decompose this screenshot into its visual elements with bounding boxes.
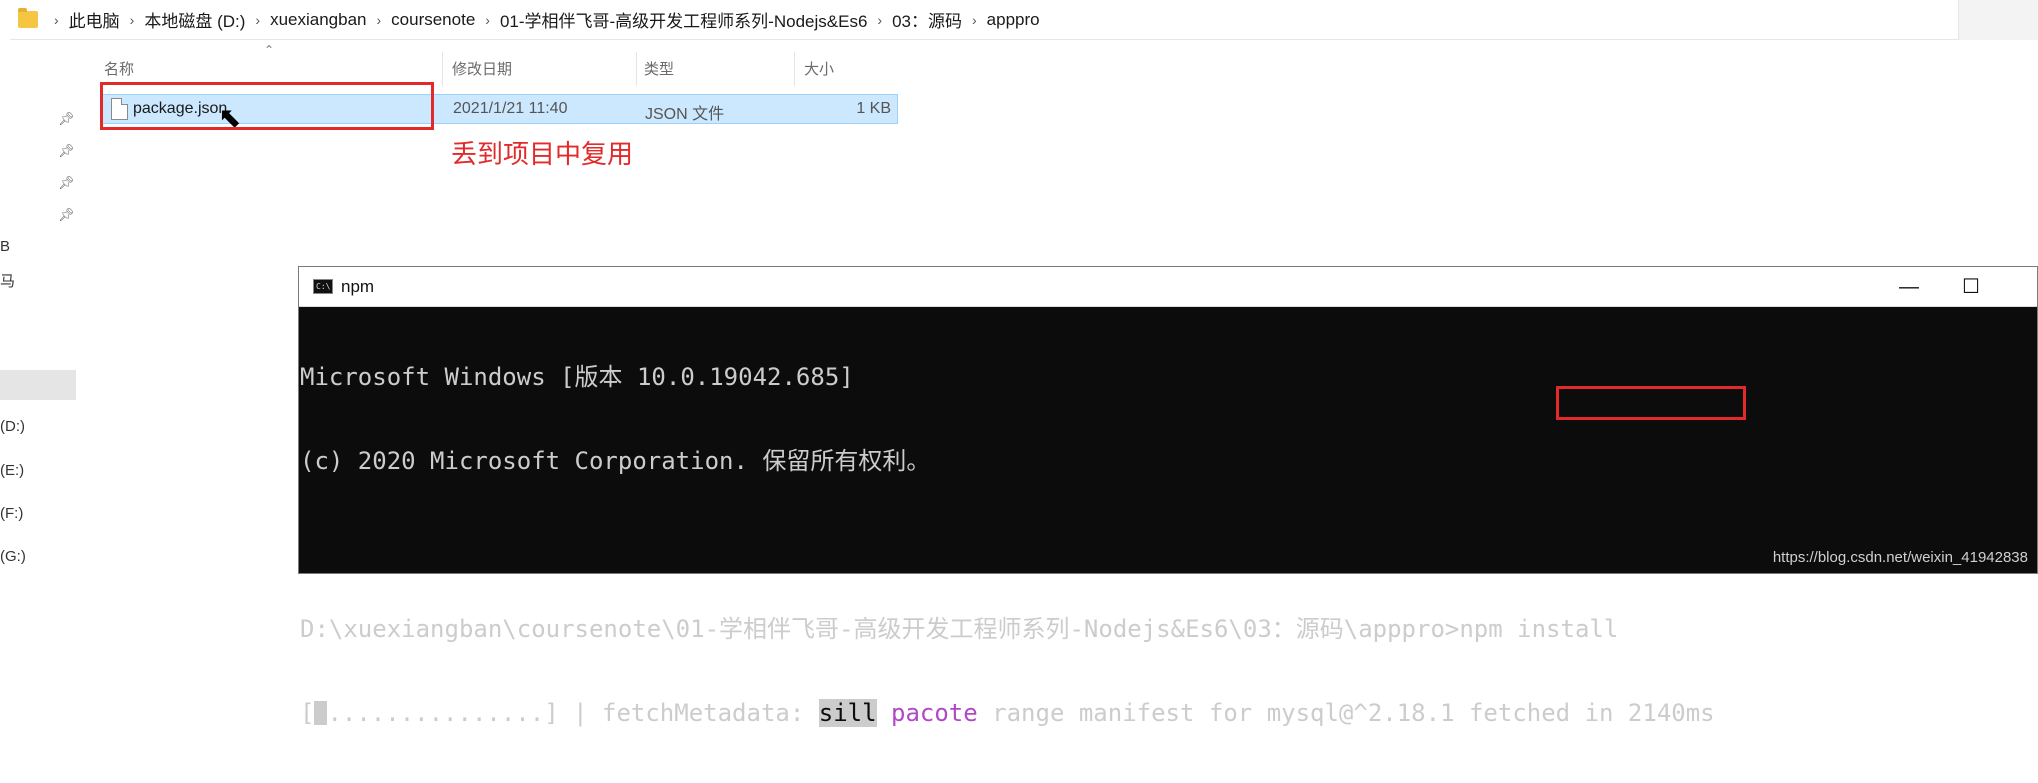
breadcrumb-source-code[interactable]: 03：源码 <box>892 7 962 32</box>
cmd-console[interactable]: Microsoft Windows [版本 10.0.19042.685] (c… <box>299 307 2037 573</box>
pin-icon[interactable]: 📌︎ <box>58 112 72 126</box>
console-command: npm install <box>1459 615 1618 643</box>
address-bar[interactable]: › 此电脑 › 本地磁盘 (D:) › xuexiangban › course… <box>10 0 2038 40</box>
chevron-right-icon[interactable]: › <box>54 12 59 28</box>
column-header-modified[interactable]: 修改日期 <box>452 58 512 78</box>
progress-dots: ............... <box>327 699 544 727</box>
chevron-right-icon[interactable]: › <box>877 12 882 28</box>
column-header-size[interactable]: 大小 <box>804 58 834 78</box>
minimize-button[interactable]: — <box>1881 271 1937 303</box>
refresh-area[interactable] <box>1958 0 2038 40</box>
chevron-right-icon[interactable]: › <box>485 12 490 28</box>
file-modified: 2021/1/21 11:40 <box>453 100 567 118</box>
nav-drive-e[interactable]: (E:) <box>0 462 24 479</box>
column-header-type[interactable]: 类型 <box>644 58 674 78</box>
watermark: https://blog.csdn.net/weixin_41942838 <box>1773 549 2028 566</box>
file-size: 1 KB <box>856 100 891 118</box>
breadcrumb-course-folder[interactable]: 01-学相伴飞哥-高级开发工程师系列-Nodejs&Es6 <box>500 7 867 32</box>
chevron-right-icon[interactable]: › <box>972 12 977 28</box>
progress-close: ] | fetchMetadata: <box>544 699 819 727</box>
nav-drive-f[interactable]: (F:) <box>0 505 23 522</box>
cmd-titlebar[interactable]: C:\ npm — ☐ <box>299 267 2037 307</box>
log-level-badge: sill <box>819 699 877 727</box>
highlight-box-package-json <box>100 82 434 130</box>
breadcrumb-this-pc[interactable]: 此电脑 <box>69 7 120 32</box>
column-divider[interactable] <box>442 52 443 86</box>
breadcrumb-coursenote[interactable]: coursenote <box>391 10 475 30</box>
chevron-right-icon[interactable]: › <box>376 12 381 28</box>
log-message: range manifest for mysql@^2.18.1 fetched… <box>978 699 1715 727</box>
console-prompt: D:\xuexiangban\coursenote\01-学相伴飞哥-高级开发工… <box>300 615 1459 643</box>
folder-icon <box>18 11 38 28</box>
progress-open: [ <box>300 699 314 727</box>
annotation-text: 丢到项目中复用 <box>451 134 633 171</box>
column-divider[interactable] <box>794 52 795 86</box>
column-divider[interactable] <box>636 52 637 86</box>
breadcrumb-xuexiangban[interactable]: xuexiangban <box>270 10 366 30</box>
file-type: JSON 文件 <box>645 100 724 124</box>
console-line-progress: [...............] | fetchMetadata: sill … <box>300 699 2037 727</box>
window-title: npm <box>341 277 374 297</box>
nav-selected-item[interactable] <box>0 370 76 400</box>
nav-item-cut[interactable]: B <box>0 238 10 255</box>
pin-icon[interactable]: 📌︎ <box>58 208 72 222</box>
pin-icon[interactable]: 📌︎ <box>58 144 72 158</box>
nav-drive-d[interactable]: (D:) <box>0 418 25 435</box>
progress-fill <box>314 701 327 725</box>
chevron-right-icon[interactable]: › <box>255 12 260 28</box>
breadcrumb-local-disk-d[interactable]: 本地磁盘 (D:) <box>144 7 245 32</box>
nav-drive-g[interactable]: (G:) <box>0 548 26 565</box>
breadcrumb-apppro[interactable]: apppro <box>987 10 1040 30</box>
console-line-copyright: (c) 2020 Microsoft Corporation. 保留所有权利。 <box>300 447 2037 475</box>
highlight-box-npm-install <box>1556 386 1746 420</box>
cmd-window[interactable]: C:\ npm — ☐ Microsoft Windows [版本 10.0.1… <box>298 266 2038 574</box>
pin-icon[interactable]: 📌︎ <box>58 176 72 190</box>
log-module: pacote <box>891 699 978 727</box>
cmd-icon: C:\ <box>313 279 333 294</box>
nav-item-cut[interactable]: 马 <box>0 270 15 291</box>
maximize-button[interactable]: ☐ <box>1943 271 1999 303</box>
console-line-prompt: D:\xuexiangban\coursenote\01-学相伴飞哥-高级开发工… <box>300 615 2037 643</box>
sort-ascending-icon: ⌃ <box>264 43 274 57</box>
chevron-right-icon[interactable]: › <box>130 12 135 28</box>
console-line-version: Microsoft Windows [版本 10.0.19042.685] <box>300 363 2037 391</box>
column-header-name[interactable]: 名称 <box>104 58 134 78</box>
